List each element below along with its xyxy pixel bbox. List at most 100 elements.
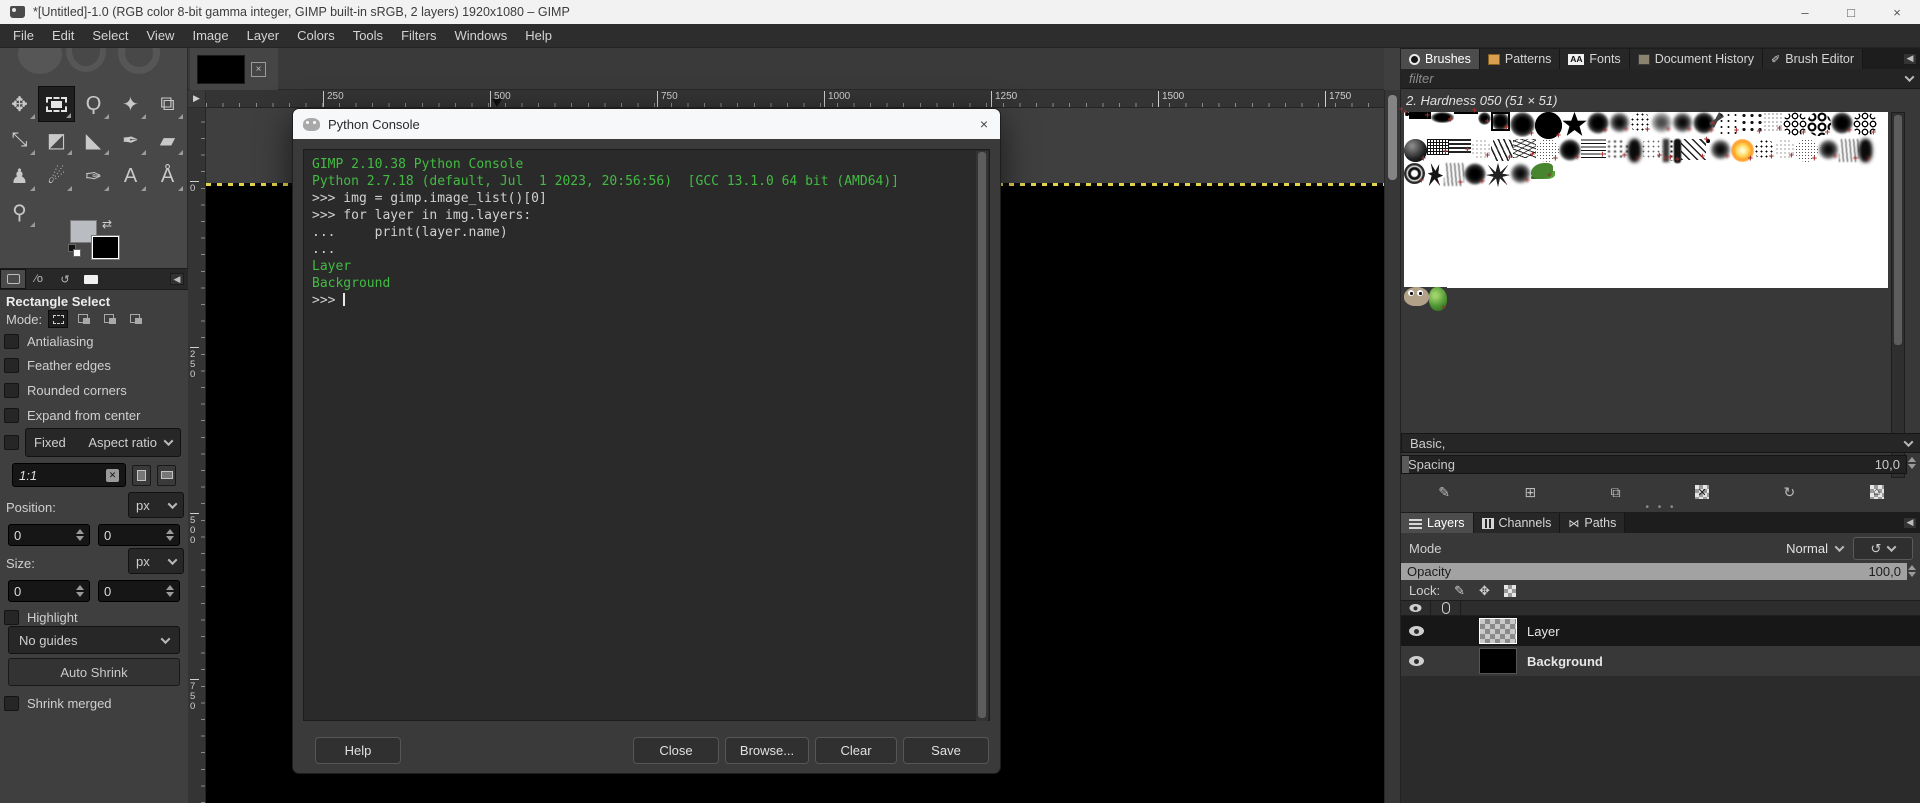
brush-cell[interactable] [1831,112,1853,135]
layer-visibility-toggle[interactable] [1401,656,1431,666]
minimize-button[interactable]: – [1782,0,1828,24]
brush-cell[interactable] [1674,139,1681,164]
menu-item[interactable]: Edit [43,24,83,48]
tool-button[interactable]: A [112,158,149,194]
brush-cell[interactable] [1531,163,1553,180]
menu-item[interactable]: Help [516,24,561,48]
lock-alpha-icon[interactable] [1503,584,1516,597]
console-close-icon[interactable]: × [980,116,988,132]
brush-cell[interactable] [1783,112,1807,137]
shrink-merged-checkbox[interactable] [4,696,19,711]
mode-subtract-button[interactable] [100,310,120,328]
brush-cell[interactable] [1486,163,1510,187]
opacity-spinner[interactable] [1908,565,1916,577]
clear-icon[interactable] [106,468,119,482]
brush-cell[interactable] [1510,163,1531,185]
brush-cell[interactable] [1427,163,1444,186]
open-brush-as-image-icon[interactable]: ⌂ [1869,485,1884,499]
scrollbar-thumb[interactable] [978,152,986,718]
tool-button[interactable]: ⧉ [149,86,186,122]
mode-add-button[interactable] [74,310,94,328]
menu-item[interactable]: Layer [238,24,289,48]
layer-row[interactable]: Background [1401,646,1920,676]
brush-cell[interactable] [1431,112,1454,124]
help-button[interactable]: Help [315,737,401,764]
lock-position-icon[interactable]: ✥ [1479,583,1490,599]
layer-mode-dropdown[interactable]: Normal [1786,541,1845,556]
size-y-spinner[interactable]: 0 [98,580,180,602]
brush-cell[interactable] [1404,139,1427,163]
tab-tool-options[interactable] [0,269,26,289]
close-console-button[interactable]: Close [633,737,719,764]
brush-cell[interactable] [1427,139,1449,156]
tool-button[interactable]: ✒ [112,122,149,158]
console-scrollbar[interactable] [976,151,988,721]
tool-button[interactable]: ▰ [149,122,186,158]
scrollbar-thumb[interactable] [1894,115,1902,345]
close-button[interactable]: × [1874,0,1920,24]
guides-dropdown[interactable]: No guides [8,626,180,654]
tool-button[interactable] [38,86,75,122]
brush-cell[interactable] [1641,139,1663,160]
new-brush-icon[interactable]: ⊞ [1524,484,1536,501]
tab-undo-history[interactable]: ↺ [52,269,78,289]
mode-replace-button[interactable] [48,310,69,328]
layer-mode-switch-button[interactable]: ↺ [1853,537,1913,560]
tab-device-status[interactable]: ∕o [26,269,52,289]
brush-cell[interactable] [1740,112,1763,136]
scrollbar-thumb[interactable] [1388,95,1397,180]
spacing-slider[interactable]: Spacing 10,0 [1401,455,1907,474]
brush-group-dropdown[interactable]: Basic, [1401,433,1920,453]
refresh-brushes-icon[interactable]: ↻ [1784,484,1796,501]
background-color-swatch[interactable] [91,235,120,260]
brush-cell[interactable] [1681,139,1706,161]
brush-cell[interactable] [1464,163,1486,186]
fixed-dropdown[interactable]: Fixed Aspect ratio [25,428,181,457]
menu-item[interactable]: Colors [288,24,344,48]
brush-cell[interactable] [1710,139,1731,161]
brush-cell[interactable] [1731,139,1754,163]
layer-visibility-toggle[interactable] [1401,626,1431,636]
dock-tab[interactable]: ✐ Brush Editor [1763,49,1864,69]
brush-cell[interactable] [1513,139,1536,159]
landscape-button[interactable] [157,464,176,486]
mode-intersect-button[interactable] [126,310,146,328]
vertical-ruler[interactable]: 0 250 500 750 [188,108,206,803]
tool-button[interactable]: ◣ [75,122,112,158]
dock-tab[interactable]: ⋈ Paths [1560,513,1626,533]
dock-menu-icon[interactable]: ◀ [1903,52,1917,65]
brush-cell[interactable] [1409,110,1431,120]
brush-cell[interactable] [1454,105,1478,115]
position-y-spinner[interactable]: 0 [98,524,180,546]
ruler-corner-button[interactable]: ▶ [188,90,206,108]
brush-cell[interactable] [1404,163,1425,185]
brush-cell[interactable] [1606,139,1628,160]
brush-cell[interactable] [1859,139,1872,163]
tool-button[interactable]: Å [149,158,186,194]
duplicate-brush-icon[interactable]: ⧉ [1611,484,1621,501]
dock-tab[interactable]: Brushes [1401,49,1480,69]
brush-cell[interactable] [1818,139,1839,161]
layer-row[interactable]: Layer [1401,616,1920,646]
brush-cell[interactable] [1807,112,1831,137]
link-column-header[interactable] [1431,601,1461,615]
brush-grid-scrollbar[interactable] [1891,112,1905,478]
browse-button[interactable]: Browse... [725,737,809,764]
fixed-checkbox[interactable] [4,435,19,450]
brush-cell[interactable] [1704,134,1710,144]
dock-tab[interactable]: AA Fonts [1560,49,1630,69]
menu-item[interactable]: View [138,24,184,48]
spacing-spinner[interactable] [1908,457,1916,469]
brush-cell[interactable] [1609,112,1630,134]
clear-button[interactable]: Clear [815,737,897,764]
brush-cell[interactable] [1444,163,1464,187]
default-colors-icon[interactable] [68,244,82,258]
checkbox[interactable] [4,358,19,373]
menu-item[interactable]: Select [83,24,137,48]
maximize-button[interactable]: □ [1828,0,1874,24]
size-unit-dropdown[interactable]: px [128,548,184,574]
brush-cell[interactable] [1754,139,1775,161]
auto-shrink-button[interactable]: Auto Shrink [8,658,180,686]
dock-menu-icon[interactable]: ◀ [170,273,184,285]
portrait-button[interactable] [132,464,151,486]
